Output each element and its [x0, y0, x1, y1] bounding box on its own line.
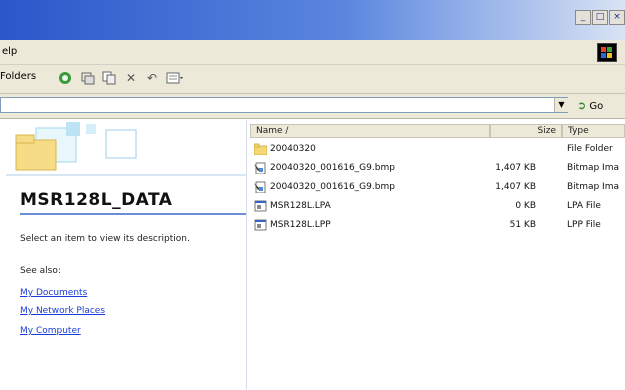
file-size: 51 KB	[509, 220, 536, 230]
link-my-documents[interactable]: My Documents	[20, 288, 87, 298]
link-my-network-places[interactable]: My Network Places	[20, 306, 105, 316]
maximize-button[interactable]: □	[592, 10, 608, 25]
link-my-computer[interactable]: My Computer	[20, 326, 81, 336]
file-name: MSR128L.LPA	[270, 201, 331, 211]
search-folder-icon[interactable]	[56, 70, 74, 86]
column-header-name[interactable]: Name ∕	[250, 124, 490, 138]
file-name: 20040320_001616_G9.bmp	[270, 163, 395, 173]
file-list: Name ∕ Size Type 20040320 File Folder 20…	[248, 120, 625, 390]
go-button[interactable]: ➲ Go	[577, 99, 603, 112]
file-row[interactable]: 20040320 File Folder	[248, 142, 625, 158]
see-also-label: See also:	[20, 266, 61, 276]
address-dropdown-icon[interactable]: ▼	[554, 98, 568, 112]
file-name: 20040320	[270, 144, 316, 154]
file-row[interactable]: 20040320_001616_G9.bmp 1,407 KB Bitmap I…	[248, 180, 625, 196]
move-to-icon[interactable]	[79, 70, 97, 86]
minimize-button[interactable]: _	[575, 10, 591, 25]
file-name: MSR128L.LPP	[270, 220, 331, 230]
address-bar: ▼ ➲ Go	[0, 94, 625, 119]
delete-icon[interactable]: ✕	[122, 70, 140, 86]
description-text: Select an item to view its description.	[20, 234, 190, 244]
file-type: File Folder	[567, 144, 613, 154]
windows-logo-icon	[597, 43, 617, 62]
go-arrow-icon: ➲	[577, 99, 587, 112]
file-size: 0 KB	[515, 201, 536, 211]
file-type: LPA File	[567, 201, 601, 211]
title-divider	[20, 213, 246, 215]
address-input[interactable]	[0, 97, 568, 113]
window-controls: _ □ ×	[575, 10, 625, 28]
file-row[interactable]: MSR128L.LPA 0 KB LPA File	[248, 199, 625, 215]
copy-to-icon[interactable]	[100, 70, 118, 86]
file-row[interactable]: 20040320_001616_G9.bmp 1,407 KB Bitmap I…	[248, 161, 625, 177]
undo-icon[interactable]: ↶	[143, 70, 161, 86]
file-size: 1,407 KB	[495, 163, 536, 173]
close-button[interactable]: ×	[609, 10, 625, 25]
file-type: LPP File	[567, 220, 601, 230]
menu-bar: elp	[0, 40, 625, 65]
bitmap-file-icon	[254, 162, 266, 174]
folder-banner-icon	[6, 122, 246, 176]
file-type: Bitmap Ima	[567, 163, 619, 173]
generic-file-icon	[254, 219, 267, 231]
folders-button[interactable]: Folders	[0, 71, 36, 82]
column-header-size[interactable]: Size	[490, 124, 562, 138]
folder-icon	[254, 143, 267, 155]
generic-file-icon	[254, 200, 267, 212]
file-type: Bitmap Ima	[567, 182, 619, 192]
file-row[interactable]: MSR128L.LPP 51 KB LPP File	[248, 218, 625, 234]
file-name: 20040320_001616_G9.bmp	[270, 182, 395, 192]
bitmap-file-icon	[254, 181, 266, 193]
views-icon[interactable]	[166, 70, 184, 86]
title-bar: _ □ ×	[0, 0, 625, 40]
toolbar: Folders ✕ ↶	[0, 65, 625, 94]
go-label: Go	[589, 101, 604, 112]
menu-help[interactable]: elp	[2, 46, 17, 57]
task-pane: MSR128L_DATA Select an item to view its …	[6, 120, 247, 390]
file-size: 1,407 KB	[495, 182, 536, 192]
column-header-type[interactable]: Type	[562, 124, 625, 138]
folder-title: MSR128L_DATA	[20, 190, 173, 210]
